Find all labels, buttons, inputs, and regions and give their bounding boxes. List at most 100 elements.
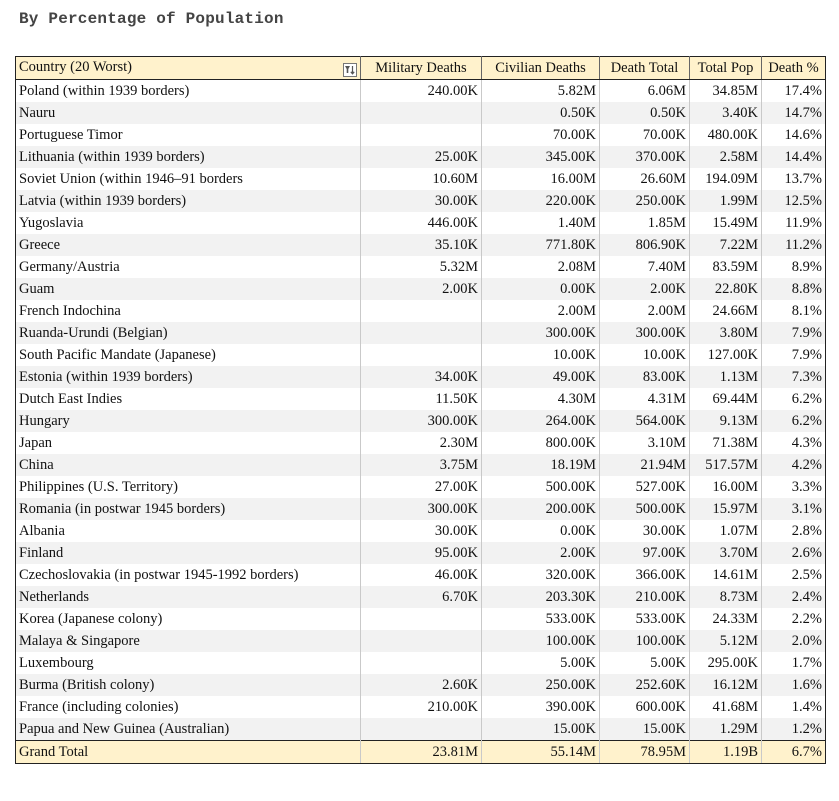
table-row: Netherlands 6.70K 203.30K 210.00K 8.73M 2.4% [15,586,826,608]
grand-total-death-percent: 6.7% [761,740,826,764]
civilian-deaths-cell: 345.00K [481,146,600,168]
table-row: Guam 2.00K 0.00K 2.00K 22.80K 8.8% [15,278,826,300]
military-deaths-cell: 6.70K [360,586,482,608]
table-row: Finland 95.00K 2.00K 97.00K 3.70M 2.6% [15,542,826,564]
death-percent-cell: 1.6% [761,674,826,696]
death-total-cell: 806.90K [599,234,690,256]
military-deaths-cell: 25.00K [360,146,482,168]
civilian-deaths-cell: 220.00K [481,190,600,212]
total-pop-cell: 15.97M [689,498,762,520]
civilian-deaths-cell: 390.00K [481,696,600,718]
country-cell: Romania (in postwar 1945 borders) [15,498,361,520]
death-total-cell: 15.00K [599,718,690,741]
total-pop-cell: 14.61M [689,564,762,586]
total-pop-cell: 517.57M [689,454,762,476]
country-cell: Greece [15,234,361,256]
column-header-civilian-deaths[interactable]: Civilian Deaths [481,56,600,80]
death-total-cell: 21.94M [599,454,690,476]
grand-total-label: Grand Total [15,740,361,764]
death-percent-cell: 2.2% [761,608,826,630]
civilian-deaths-cell: 0.50K [481,102,600,124]
military-deaths-cell: 210.00K [360,696,482,718]
column-header-military-deaths[interactable]: Military Deaths [360,56,482,80]
total-pop-cell: 3.40K [689,102,762,124]
column-header-country[interactable]: Country (20 Worst) [15,56,361,80]
civilian-deaths-cell: 264.00K [481,410,600,432]
military-deaths-cell: 240.00K [360,79,482,102]
page-title: By Percentage of Population [19,10,284,28]
table-row: Papua and New Guinea (Australian) 15.00K 1… [15,718,826,741]
death-total-cell: 300.00K [599,322,690,344]
death-percent-cell: 13.7% [761,168,826,190]
country-cell: Ruanda-Urundi (Belgian) [15,322,361,344]
death-percent-cell: 3.3% [761,476,826,498]
country-cell: Philippines (U.S. Territory) [15,476,361,498]
table-row: Portuguese Timor 70.00K 70.00K 480.00K 14.6% [15,124,826,146]
grand-total-death-total: 78.95M [599,740,690,764]
total-pop-cell: 83.59M [689,256,762,278]
country-cell: Korea (Japanese colony) [15,608,361,630]
column-header-total-pop[interactable]: Total Pop [689,56,762,80]
total-pop-cell: 15.49M [689,212,762,234]
death-total-cell: 252.60K [599,674,690,696]
table-row: Burma (British colony) 2.60K 250.00K 252.60… [15,674,826,696]
death-total-cell: 500.00K [599,498,690,520]
country-cell: Latvia (within 1939 borders) [15,190,361,212]
country-cell: Netherlands [15,586,361,608]
country-cell: South Pacific Mandate (Japanese) [15,344,361,366]
civilian-deaths-cell: 771.80K [481,234,600,256]
death-percent-cell: 1.7% [761,652,826,674]
country-cell: Estonia (within 1939 borders) [15,366,361,388]
military-deaths-cell [360,322,482,344]
country-cell: Germany/Austria [15,256,361,278]
table-row: Yugoslavia 446.00K 1.40M 1.85M 15.49M 11.9% [15,212,826,234]
country-cell: Guam [15,278,361,300]
civilian-deaths-cell: 0.00K [481,520,600,542]
total-pop-cell: 9.13M [689,410,762,432]
death-percent-cell: 11.2% [761,234,826,256]
column-header-death-percent[interactable]: Death % [761,56,826,80]
total-pop-cell: 69.44M [689,388,762,410]
civilian-deaths-cell: 15.00K [481,718,600,741]
death-percent-cell: 3.1% [761,498,826,520]
grand-total-row: Grand Total 23.81M 55.14M 78.95M 1.19B 6… [15,740,826,764]
table-row: Lithuania (within 1939 borders) 25.00K 345… [15,146,826,168]
country-cell: French Indochina [15,300,361,322]
civilian-deaths-cell: 203.30K [481,586,600,608]
death-percent-cell: 12.5% [761,190,826,212]
civilian-deaths-cell: 2.00M [481,300,600,322]
country-cell: Portuguese Timor [15,124,361,146]
table-row: China 3.75M 18.19M 21.94M 517.57M 4.2% [15,454,826,476]
country-cell: Hungary [15,410,361,432]
civilian-deaths-cell: 500.00K [481,476,600,498]
table-row: Philippines (U.S. Territory) 27.00K 500.00… [15,476,826,498]
total-pop-cell: 194.09M [689,168,762,190]
death-percent-cell: 2.6% [761,542,826,564]
civilian-deaths-cell: 200.00K [481,498,600,520]
military-deaths-cell: 2.00K [360,278,482,300]
total-pop-cell: 127.00K [689,344,762,366]
military-deaths-cell [360,102,482,124]
table-row: Romania (in postwar 1945 borders) 300.00K… [15,498,826,520]
death-percent-cell: 2.5% [761,564,826,586]
military-deaths-cell [360,124,482,146]
military-deaths-cell: 11.50K [360,388,482,410]
death-total-cell: 30.00K [599,520,690,542]
country-cell: Nauru [15,102,361,124]
column-header-label: Country (20 Worst) [19,59,132,75]
column-header-death-total[interactable]: Death Total [599,56,690,80]
military-deaths-cell [360,344,482,366]
country-cell: Yugoslavia [15,212,361,234]
table-row: Korea (Japanese colony) 533.00K 533.00K 24.… [15,608,826,630]
total-pop-cell: 1.99M [689,190,762,212]
civilian-deaths-cell: 1.40M [481,212,600,234]
country-cell: Czechoslovakia (in postwar 1945-1992 bor… [15,564,361,586]
death-total-cell: 7.40M [599,256,690,278]
death-percent-cell: 7.3% [761,366,826,388]
military-deaths-cell: 2.30M [360,432,482,454]
filter-sort-icon[interactable] [343,63,357,77]
table-row: Luxembourg 5.00K 5.00K 295.00K 1.7% [15,652,826,674]
military-deaths-cell: 30.00K [360,520,482,542]
military-deaths-cell: 5.32M [360,256,482,278]
total-pop-cell: 16.00M [689,476,762,498]
